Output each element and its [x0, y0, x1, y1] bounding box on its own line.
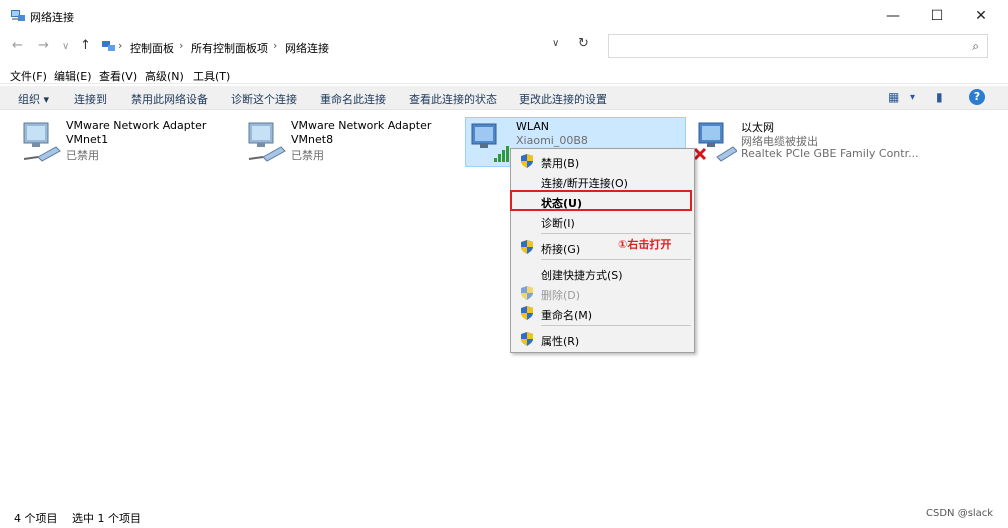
menu-item-label: 连接/断开连接(O) [541, 177, 628, 190]
close-button[interactable]: ✕ [958, 0, 1004, 32]
search-box[interactable]: ⌕ [608, 34, 988, 58]
organize-button[interactable]: 组织 ▾ [18, 91, 49, 107]
adapter-ethernet[interactable]: 以太网 网络电缆被拔出 Realtek PCIe GBE Family Cont… [691, 117, 991, 167]
search-icon[interactable]: ⌕ [972, 39, 979, 54]
wireless-adapter-icon [471, 123, 509, 162]
menu-item-rename[interactable]: 重命名(M) [511, 303, 694, 323]
menu-item-label: 属性(R) [541, 335, 580, 348]
menu-item-label: 禁用(B) [541, 157, 580, 170]
menu-item-diagnose[interactable]: 诊断(I) [511, 211, 694, 231]
adapter-status: 已禁用 [66, 149, 99, 162]
uac-shield-icon [521, 240, 533, 254]
menu-item-label: 重命名(M) [541, 309, 593, 322]
control-panel-icon [102, 41, 115, 51]
back-button[interactable]: ← [12, 38, 23, 53]
breadcrumb-control-panel[interactable]: 控制面板 [130, 40, 174, 56]
network-adapter-icon [23, 122, 61, 162]
search-input[interactable] [613, 36, 953, 56]
menu-tools[interactable]: 工具(T) [193, 68, 230, 84]
menu-separator [541, 325, 691, 326]
menu-item-label: 桥接(G) [541, 243, 581, 256]
refresh-button[interactable]: ↻ [578, 36, 589, 51]
annotation-text: ①右击打开 [618, 238, 672, 251]
breadcrumb-all-control-panel-items[interactable]: 所有控制面板项 [191, 40, 268, 56]
network-connections-icon [11, 10, 25, 21]
disable-device-button[interactable]: 禁用此网络设备 [131, 91, 208, 107]
minimize-button[interactable]: — [870, 0, 916, 32]
diagnose-connection-button[interactable]: 诊断这个连接 [231, 91, 297, 107]
adapter-ssid: Xiaomi_00B8 [516, 134, 588, 147]
adapter-name: VMware Network Adapter [66, 119, 207, 132]
menu-item-label: 删除(D) [541, 289, 581, 302]
uac-shield-icon [521, 332, 533, 346]
change-settings-button[interactable]: 更改此连接的设置 [519, 91, 607, 107]
forward-button[interactable]: → [38, 38, 49, 53]
window-title: 网络连接 [30, 11, 74, 24]
adapter-device: VMnet8 [291, 133, 334, 146]
address-bar[interactable]: › 控制面板 › 所有控制面板项 › 网络连接 [100, 36, 600, 58]
recent-locations-button[interactable]: ∨ [62, 41, 69, 52]
adapter-name: WLAN [516, 120, 550, 133]
adapter-name: VMware Network Adapter [291, 119, 432, 132]
menu-file[interactable]: 文件(F) [10, 68, 47, 84]
rename-connection-button[interactable]: 重命名此连接 [320, 91, 386, 107]
help-icon[interactable]: ? [969, 89, 985, 105]
uac-shield-icon [521, 286, 533, 300]
menu-separator [541, 259, 691, 260]
menu-item-properties[interactable]: 属性(R) [511, 329, 694, 349]
network-adapter-icon [248, 122, 286, 162]
adapter-status: 已禁用 [291, 149, 324, 162]
status-highlight-box [510, 190, 692, 211]
menu-advanced[interactable]: 高级(N) [145, 68, 184, 84]
up-button[interactable]: ↑ [80, 38, 91, 53]
adapter-vmnet1[interactable]: VMware Network Adapter VMnet1 已禁用 [16, 117, 226, 167]
uac-shield-icon [521, 306, 533, 320]
adapter-device: VMnet1 [66, 133, 109, 146]
menu-item-label: 创建快捷方式(S) [541, 269, 623, 282]
breadcrumb-separator[interactable]: › [179, 39, 183, 52]
command-bar: 组织 ▾ 连接到 禁用此网络设备 诊断这个连接 重命名此连接 查看此连接的状态 … [0, 86, 1008, 110]
breadcrumb-separator: › [118, 39, 123, 52]
menu-item-create-shortcut[interactable]: 创建快捷方式(S) [511, 263, 694, 283]
change-view-icon[interactable]: ▦ [888, 90, 899, 104]
menu-item-label: 诊断(I) [541, 217, 575, 230]
item-count: 4 个项目 [14, 512, 58, 525]
menu-bar: 文件(F) 编辑(E) 查看(V) 高级(N) 工具(T) [0, 66, 1008, 84]
adapter-device: Realtek PCIe GBE Family Contr... [741, 147, 919, 160]
watermark: CSDN @slack [926, 508, 994, 519]
breadcrumb-network-connections[interactable]: 网络连接 [285, 40, 329, 56]
menu-item-disable[interactable]: 禁用(B) [511, 151, 694, 171]
status-bar: 4 个项目 选中 1 个项目 [0, 506, 1008, 528]
connect-to-button[interactable]: 连接到 [74, 91, 107, 107]
menu-item-delete: 删除(D) [511, 283, 694, 303]
menu-view[interactable]: 查看(V) [99, 68, 137, 84]
selection-count: 选中 1 个项目 [72, 512, 141, 525]
adapter-vmnet8[interactable]: VMware Network Adapter VMnet8 已禁用 [241, 117, 451, 167]
view-dropdown-icon[interactable]: ▾ [910, 92, 915, 103]
view-status-button[interactable]: 查看此连接的状态 [409, 91, 497, 107]
uac-shield-icon [521, 154, 533, 168]
title-bar: 网络连接 — ☐ ✕ [0, 0, 1008, 32]
address-dropdown-button[interactable]: ∨ [552, 38, 559, 49]
menu-edit[interactable]: 编辑(E) [54, 68, 92, 84]
ethernet-adapter-icon [693, 122, 737, 162]
menu-separator [541, 233, 691, 234]
menu-item-connect-disconnect[interactable]: 连接/断开连接(O) [511, 171, 694, 191]
preview-pane-icon[interactable]: ▮ [936, 90, 943, 104]
breadcrumb-separator[interactable]: › [273, 39, 277, 52]
maximize-button[interactable]: ☐ [914, 0, 960, 32]
